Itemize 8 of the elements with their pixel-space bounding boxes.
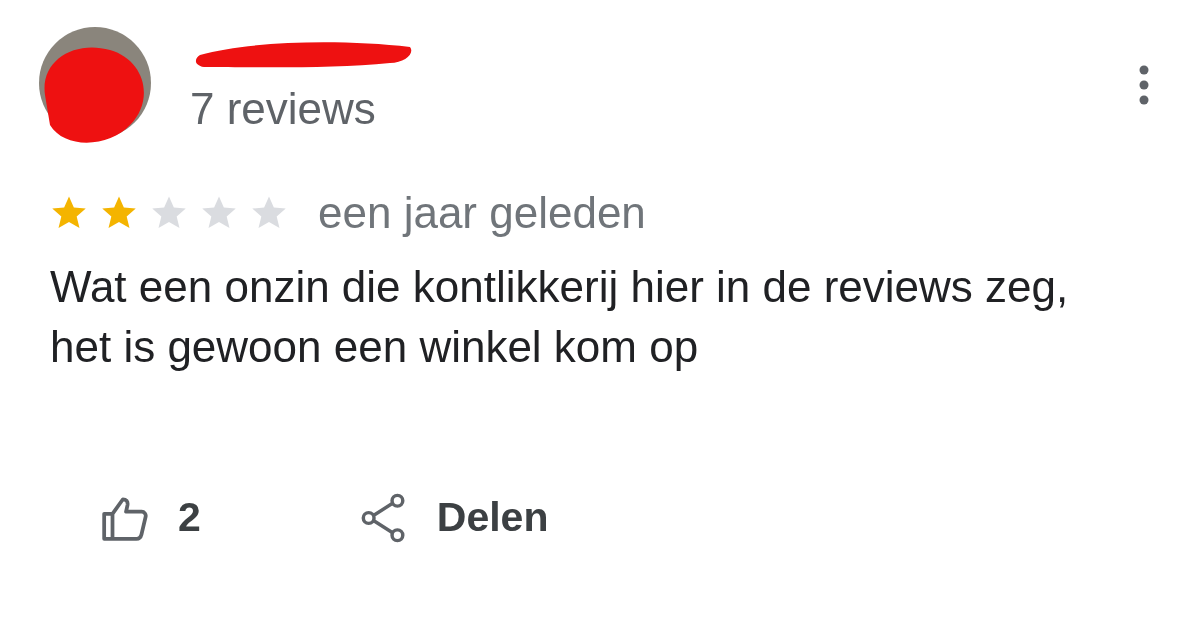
thumbs-up-icon — [100, 494, 150, 541]
review-text: Wat een onzin die kontlikkerij hier in de reviews zeg, het is gewoon een winkel kom op — [49, 261, 1070, 373]
review-time: een jaar geleden — [318, 191, 646, 235]
review-count[interactable]: 7 reviews — [190, 87, 420, 131]
share-icon — [360, 492, 407, 543]
like-button[interactable]: 2 — [100, 487, 201, 549]
more-options-icon[interactable] — [1138, 65, 1150, 105]
share-button[interactable]: Delen — [360, 487, 549, 549]
